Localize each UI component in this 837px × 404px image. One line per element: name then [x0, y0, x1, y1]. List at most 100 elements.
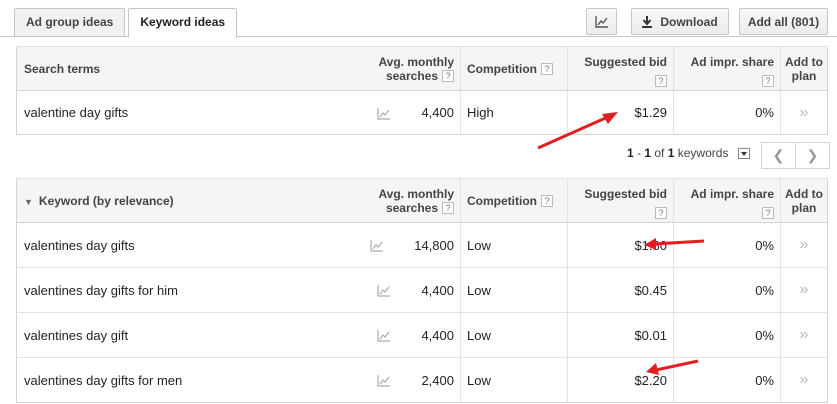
add-arrow-icon: »	[799, 281, 809, 298]
keyword-row: valentines day gifts for men 2,400 Low $2.2…	[16, 357, 828, 403]
add-to-plan-button[interactable]: »	[780, 312, 828, 358]
header-avg-line2: searches	[385, 200, 438, 215]
header-share-label: Ad impr. share	[690, 55, 774, 69]
help-icon[interactable]: ?	[442, 202, 454, 215]
suggested-bid: $0.45	[567, 267, 674, 313]
header-avg-searches: Avg. monthly searches?	[354, 46, 461, 91]
competition: Low	[460, 267, 568, 313]
header-bid-label: Suggested bid	[584, 55, 667, 69]
download-icon	[642, 15, 653, 28]
search-volume-value: 4,400	[421, 105, 454, 120]
add-arrow-icon: »	[799, 326, 809, 343]
add-to-plan-button[interactable]: »	[780, 267, 828, 313]
search-terms-header: Search terms Avg. monthly searches? Comp…	[16, 46, 828, 91]
header-avg-line2: searches	[385, 68, 438, 83]
competition: Low	[460, 222, 568, 268]
competition: Low	[460, 312, 568, 358]
page-size-dropdown[interactable]	[737, 148, 750, 160]
header-keyword-label: Keyword (by relevance)	[38, 193, 174, 208]
search-terms-table: Search terms Avg. monthly searches? Comp…	[16, 46, 828, 135]
keyword-text: valentines day gifts for men	[16, 357, 354, 403]
add-arrow-icon: »	[799, 103, 809, 121]
trend-icon[interactable]	[370, 240, 384, 252]
help-icon[interactable]: ?	[541, 63, 553, 76]
search-volume: 2,400	[354, 357, 461, 403]
search-volume-value: 4,400	[421, 327, 454, 343]
header-add-to-plan: Add to plan	[780, 46, 828, 91]
help-icon[interactable]: ?	[541, 195, 553, 208]
chart-icon	[594, 15, 608, 28]
header-competition: Competition?	[460, 46, 568, 91]
search-volume-value: 14,800	[414, 237, 454, 253]
help-icon[interactable]: ?	[762, 74, 774, 87]
pager-start: 1	[627, 146, 634, 160]
header-ad-impr-share: Ad impr. share ?	[673, 178, 781, 223]
search-term: valentine day gifts	[16, 90, 354, 135]
competition: Low	[460, 357, 568, 403]
trend-icon[interactable]	[377, 330, 391, 342]
search-volume-value: 2,400	[421, 372, 454, 388]
header-ad-impr-share: Ad impr. share ?	[673, 46, 781, 91]
search-volume-value: 4,400	[421, 282, 454, 298]
keyword-text: valentines day gifts for him	[16, 267, 354, 313]
help-icon[interactable]: ?	[655, 206, 667, 219]
keyword-row: valentines day gift 4,400 Low $0.01 0% »	[16, 312, 828, 358]
add-to-plan-button[interactable]: »	[780, 90, 828, 135]
annotation-arrow	[644, 238, 705, 250]
pager-nav: ❮ ❯	[761, 142, 830, 169]
header-share-label: Ad impr. share	[690, 187, 774, 201]
ad-impr-share: 0%	[673, 267, 781, 313]
pagination-info: 1 - 1 of 1 keywords	[627, 146, 750, 160]
keyword-header: ▼ Keyword (by relevance) Avg. monthly sea…	[16, 178, 828, 223]
help-icon[interactable]: ?	[762, 206, 774, 219]
add-to-plan-button[interactable]: »	[780, 357, 828, 403]
header-avg-line1: Avg. monthly	[378, 186, 454, 201]
search-volume: 4,400	[354, 267, 461, 313]
download-button[interactable]: Download	[631, 8, 729, 35]
search-term-row: valentine day gifts 4,400 High $1.29 0% …	[16, 90, 828, 135]
header-search-terms: Search terms	[16, 46, 354, 91]
next-page-button[interactable]: ❯	[796, 143, 829, 168]
pager-sep: -	[633, 146, 645, 160]
pager-of: of	[651, 146, 668, 160]
header-suggested-bid: Suggested bid ?	[567, 178, 674, 223]
pager-label: keywords	[674, 146, 729, 160]
search-volume: 4,400	[354, 90, 461, 135]
header-competition-label: Competition	[467, 61, 537, 76]
header-bid-label: Suggested bid	[584, 187, 667, 201]
annotation-arrow	[646, 359, 699, 375]
trend-icon[interactable]	[377, 107, 391, 120]
keyword-text: valentines day gifts	[16, 222, 354, 268]
header-avg-line1: Avg. monthly	[378, 54, 454, 69]
help-icon[interactable]: ?	[442, 70, 454, 83]
ad-impr-share: 0%	[673, 312, 781, 358]
add-arrow-icon: »	[799, 371, 809, 388]
trend-icon[interactable]	[377, 375, 391, 387]
header-keyword[interactable]: ▼ Keyword (by relevance)	[16, 178, 354, 223]
sort-triangle-icon: ▼	[24, 196, 33, 207]
download-label: Download	[660, 14, 718, 29]
keyword-row: valentines day gifts for him 4,400 Low $0.4…	[16, 267, 828, 313]
add-all-button[interactable]: Add all (801)	[739, 8, 828, 35]
chart-toggle-button[interactable]	[586, 8, 617, 35]
tab-keyword-ideas[interactable]: Keyword ideas	[128, 8, 238, 38]
header-avg-searches: Avg. monthly searches?	[354, 178, 461, 223]
header-competition: Competition?	[460, 178, 568, 223]
search-volume: 14,800	[354, 222, 461, 268]
add-arrow-icon: »	[799, 236, 809, 253]
header-add-to-plan: Add to plan	[780, 178, 828, 223]
tab-bar: Ad group ideas Keyword ideas	[14, 8, 240, 38]
keyword-ideas-table: ▼ Keyword (by relevance) Avg. monthly sea…	[16, 178, 828, 403]
suggested-bid: $0.01	[567, 312, 674, 358]
ad-impr-share: 0%	[673, 90, 781, 135]
search-volume: 4,400	[354, 312, 461, 358]
add-to-plan-button[interactable]: »	[780, 222, 828, 268]
tab-ad-group-ideas[interactable]: Ad group ideas	[14, 8, 126, 37]
trend-icon[interactable]	[377, 285, 391, 297]
prev-page-button[interactable]: ❮	[762, 143, 796, 168]
help-icon[interactable]: ?	[655, 74, 667, 87]
header-suggested-bid: Suggested bid ?	[567, 46, 674, 91]
annotation-arrow	[537, 112, 618, 150]
header-competition-label: Competition	[467, 193, 537, 208]
keyword-text: valentines day gift	[16, 312, 354, 358]
